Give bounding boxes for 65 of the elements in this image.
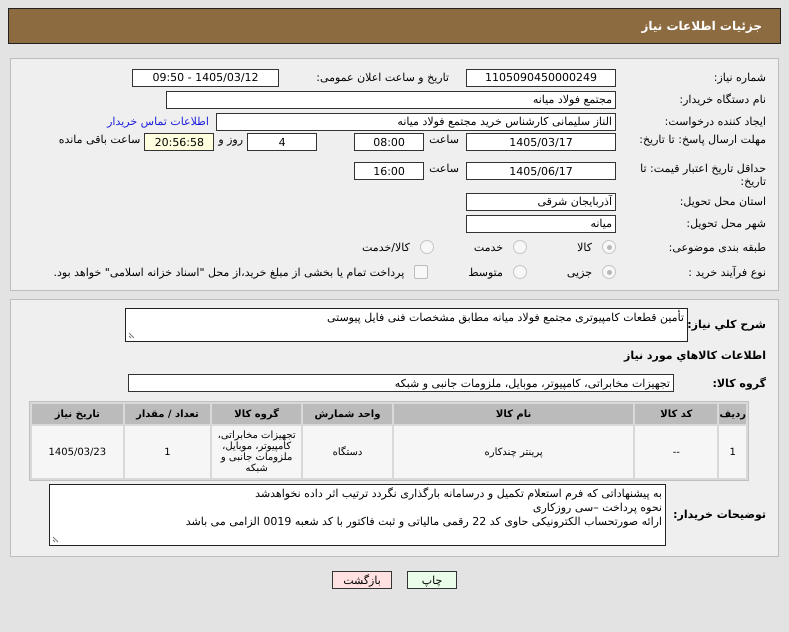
field-label: ساعت <box>429 162 459 175</box>
text-field[interactable]: 20:56:58 <box>144 133 214 151</box>
field-label: مهلت ارسال پاسخ: تا تاریخ: <box>638 133 766 146</box>
field-label: نوع فرآیند خرید : <box>687 266 766 278</box>
text-field[interactable]: آذربایجان شرقی <box>466 192 616 210</box>
column-header: ردیف <box>719 404 746 424</box>
table-cell: 1 <box>719 426 746 478</box>
field-label: حداقل تاریخ اعتبار قیمت: تا تاریخ: <box>639 162 766 188</box>
buyer-contact-link[interactable]: اطلاعات تماس خریدار <box>107 115 209 128</box>
field-label: ساعت باقی مانده <box>58 133 140 146</box>
column-header: گروه کالا <box>212 404 302 424</box>
text-field[interactable]: تجهیزات مخابراتی، کامپیوتر، موبایل، ملزومات جانبی و شبکه <box>128 374 674 392</box>
radio-label: متوسط <box>468 266 503 278</box>
radio-button[interactable] <box>513 240 528 254</box>
text-field[interactable]: 1405/03/12 - 09:50 <box>132 68 279 86</box>
field-label: استان محل تحویل: <box>678 195 766 208</box>
radio-button[interactable] <box>602 265 616 279</box>
page-header: جزئیات اطلاعات نیاز <box>8 8 781 44</box>
text-field[interactable]: 1405/03/17 <box>466 133 616 151</box>
field-label: نام دستگاه خریدار: <box>678 93 766 106</box>
table-cell: پرینتر چندکاره <box>394 426 634 478</box>
text-field[interactable]: 08:00 <box>354 133 424 151</box>
radio-label: خدمت <box>474 240 504 254</box>
table-cell: 1405/03/23 <box>32 426 123 478</box>
radio-label: کالا/خدمت <box>362 240 410 254</box>
radio-button[interactable] <box>420 240 434 254</box>
text-field[interactable]: 1105090450000249 <box>466 68 616 86</box>
text-field[interactable]: مجتمع فولاد میانه <box>166 90 616 108</box>
field-label: روز و <box>218 133 244 146</box>
column-header: تاریخ نیاز <box>32 404 123 424</box>
text-field[interactable]: میانه <box>466 214 616 232</box>
text-field[interactable]: 16:00 <box>354 162 424 180</box>
notes-textarea[interactable]: به پیشنهاداتی که فرم استعلام تکمیل و درسامانه بارگذاری نگردد ترتیب اثر داده نخواهدشد نحوه پرداخت –سی روزکاری ارائه صورتحساب الکترونیکی حاوی کد 22 رقمی مالیاتی و ثبت فاکتور با کد شعبه 0019 الزامی می باشد <box>49 484 666 546</box>
print-button[interactable]: چاپ <box>407 571 457 589</box>
text-field[interactable]: 4 <box>247 133 318 151</box>
field-label: طبقه بندی موضوعی: <box>668 240 766 254</box>
field-label: شماره نیاز: <box>712 71 766 84</box>
table-cell: 1 <box>124 426 210 478</box>
radio-label: کالا <box>577 240 592 254</box>
field-label: تاریخ و ساعت اعلان عمومی: <box>315 71 449 84</box>
field-label: توضیحات خریدار: <box>672 508 766 521</box>
field-label: شرح کلي نیاز: <box>688 318 766 331</box>
resize-grip-icon[interactable] <box>128 330 137 339</box>
radio-label: جزیی <box>566 266 592 278</box>
field-label: گروه کالا: <box>711 376 766 390</box>
column-header: کد کالا <box>635 404 718 424</box>
checkbox[interactable] <box>414 265 428 279</box>
radio-button[interactable] <box>512 265 527 279</box>
field-label: شهر محل تحویل: <box>685 217 766 230</box>
description-textarea[interactable]: تأمین قطعات کامپیوتری مجتمع فولاد میانه مطابق مشخصات فنی فایل پیوستی <box>125 308 688 342</box>
resize-grip-icon[interactable] <box>52 534 61 543</box>
back-button[interactable]: بازگشت <box>332 571 392 589</box>
field-label: ساعت <box>429 133 459 146</box>
radio-button[interactable] <box>602 240 616 254</box>
text-field[interactable]: الناز سلیمانی کارشناس خرید مجتمع فولاد میانه <box>216 112 616 130</box>
table-cell: تجهیزات مخابراتی، کامپیوتر، موبایل، ملزومات جانبی و شبکه <box>212 426 302 478</box>
column-header: نام کالا <box>394 404 634 424</box>
text-field[interactable]: 1405/06/17 <box>466 162 616 180</box>
table-cell: -- <box>635 426 718 478</box>
column-header: واحد شمارش <box>303 404 392 424</box>
column-header: تعداد / مقدار <box>124 404 210 424</box>
table-cell: دستگاه <box>303 426 392 478</box>
section-heading: اطلاعات کالاهاي مورد نیاز <box>622 348 766 362</box>
checkbox-label: پرداخت تمام یا بخشی از مبلغ خرید،از محل "اسناد خزانه اسلامی" خواهد بود. <box>54 266 404 278</box>
field-label: ایجاد کننده درخواست: <box>664 115 766 128</box>
